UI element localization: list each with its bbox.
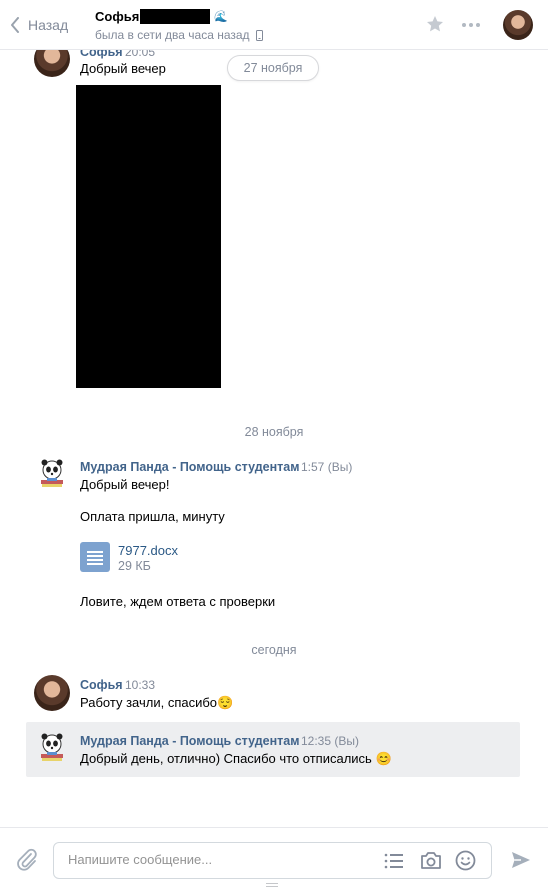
message-author[interactable]: Мудрая Панда - Помощь студентам [80,460,299,474]
you-mark: (Вы) [334,734,359,748]
contact-name-text: Софья [95,9,140,24]
message-text: Оплата пришла, минуту [80,509,225,524]
redacted-surname [140,9,211,24]
star-icon[interactable] [425,14,445,34]
document-icon[interactable] [80,542,110,572]
message-text: Работу зачли, спасибо😌 [80,695,234,710]
smile-icon[interactable] [455,850,476,871]
message-input-box[interactable] [53,842,492,879]
more-icon[interactable] [461,22,481,28]
you-mark: (Вы) [327,460,353,474]
redacted-image[interactable] [76,85,221,388]
contact-name[interactable]: Софья 🌊 [95,9,228,24]
message-text: Добрый вечер! [80,477,170,492]
camera-icon[interactable] [420,851,442,870]
time-value: 12:35 [301,734,332,748]
send-icon[interactable] [510,850,532,870]
resize-grip[interactable] [266,883,278,887]
selected-message[interactable] [26,722,520,777]
date-separator: сегодня [251,643,297,657]
paperclip-icon[interactable] [16,848,38,872]
avatar[interactable] [34,455,70,491]
message-text: Добрый вечер [80,61,166,76]
back-button[interactable]: Назад [10,14,68,36]
message-time[interactable]: 10:33 [125,678,155,692]
list-icon[interactable] [384,852,404,870]
floating-date-pill: 27 ноября [227,55,319,81]
wave-icon: 🌊 [214,11,228,23]
date-separator: 28 ноября [244,425,304,439]
panda-icon [41,459,63,487]
message-input[interactable] [68,852,368,867]
avatar[interactable] [34,729,70,765]
message-time[interactable]: 12:35 (Вы) [301,734,359,748]
contact-avatar[interactable] [503,10,533,40]
attachment-name[interactable]: 7977.docx [118,543,178,558]
back-label: Назад [28,17,69,33]
message-time[interactable]: 1:57 (Вы) [301,460,352,474]
status-text: была в сети два часа назад [95,28,250,42]
message-author[interactable]: Мудрая Панда - Помощь студентам [80,734,299,748]
chat-header: Назад Софья 🌊 была в сети два часа назад [0,0,548,50]
online-status: была в сети два часа назад [95,28,263,42]
mobile-icon [255,29,263,41]
time-value: 1:57 [301,460,325,474]
attachment-size: 29 КБ [118,559,151,573]
message-text: Добрый день, отлично) Спасибо что отписа… [80,751,392,766]
avatar[interactable] [34,675,70,711]
chevron-left-icon [11,17,19,33]
message-text: Ловите, ждем ответа с проверки [80,594,276,609]
message-author[interactable]: Софья [80,678,123,692]
panda-icon [41,733,63,761]
